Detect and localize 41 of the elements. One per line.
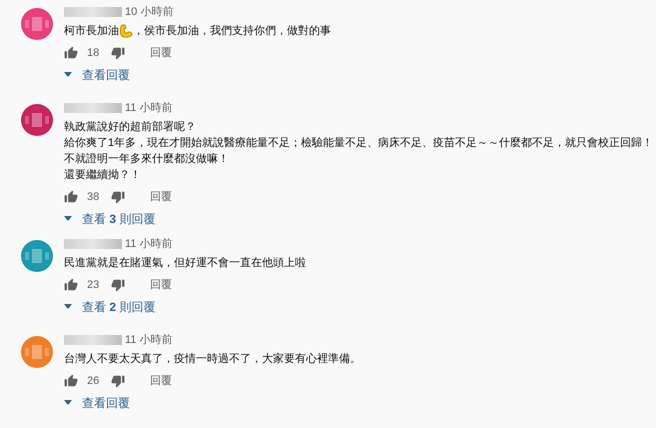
comment-text: 執政黨說好的超前部署呢？ xyxy=(64,120,196,135)
comment-time[interactable]: 11 小時前 xyxy=(125,236,172,252)
thumbs-down-icon[interactable] xyxy=(111,374,125,388)
blurred-username xyxy=(64,335,122,345)
view-replies-link[interactable]: 查看 2 則回覆 xyxy=(64,297,306,317)
comment-text: ，侯市長加油，我們支持你們，做對的事 xyxy=(133,24,331,39)
caret-icon xyxy=(64,400,72,406)
comment-text: 柯市長加油 xyxy=(64,24,119,39)
blurred-username xyxy=(64,7,122,17)
comment-time[interactable]: 11 小時前 xyxy=(125,332,172,348)
comment-text: 台灣人不要太天真了，疫情一時過不了，大家要有心裡準備。 xyxy=(64,352,361,367)
view-replies-link[interactable]: 查看回覆 xyxy=(64,65,331,85)
thumbs-up-icon[interactable] xyxy=(64,278,78,292)
reply-button[interactable]: 回覆 xyxy=(150,44,172,62)
view-replies-link[interactable]: 查看 3 則回覆 xyxy=(64,209,654,229)
caret-icon xyxy=(64,304,72,310)
flexed-arm-icon xyxy=(119,24,133,38)
like-count: 23 xyxy=(87,278,100,293)
like-count: 26 xyxy=(87,374,100,389)
reply-button[interactable]: 回覆 xyxy=(150,372,172,390)
blurred-username xyxy=(64,103,122,113)
comment-text: 民進黨就是在賭運氣，但好運不會一直在他頭上啦 xyxy=(64,256,306,271)
blurred-username xyxy=(64,239,122,249)
comment-time[interactable]: 10 小時前 xyxy=(125,4,174,20)
comment-text: 給你爽了1年多，現在才開始就說醫療能量不足；檢驗能量不足、病床不足、疫苗不足～～什麼都不足，就只會校正回歸！ xyxy=(64,136,654,151)
thumbs-down-icon[interactable] xyxy=(111,46,125,60)
thumbs-up-icon[interactable] xyxy=(64,190,78,204)
comment-text: 不就證明一年多來什麼都沒做嘛！ xyxy=(64,152,229,167)
thumbs-up-icon[interactable] xyxy=(64,46,78,60)
reply-button[interactable]: 回覆 xyxy=(150,276,172,294)
thumbs-down-icon[interactable] xyxy=(111,190,125,204)
thumbs-down-icon[interactable] xyxy=(111,278,125,292)
caret-icon xyxy=(64,72,72,78)
comment-text: 還要繼續拗？！ xyxy=(64,168,141,183)
view-replies-link[interactable]: 查看回覆 xyxy=(64,393,361,413)
thumbs-up-icon[interactable] xyxy=(64,374,78,388)
reply-button[interactable]: 回覆 xyxy=(150,188,172,206)
like-count: 38 xyxy=(87,190,100,205)
caret-icon xyxy=(64,216,72,222)
like-count: 18 xyxy=(87,46,100,61)
comment-time[interactable]: 11 小時前 xyxy=(125,100,172,116)
